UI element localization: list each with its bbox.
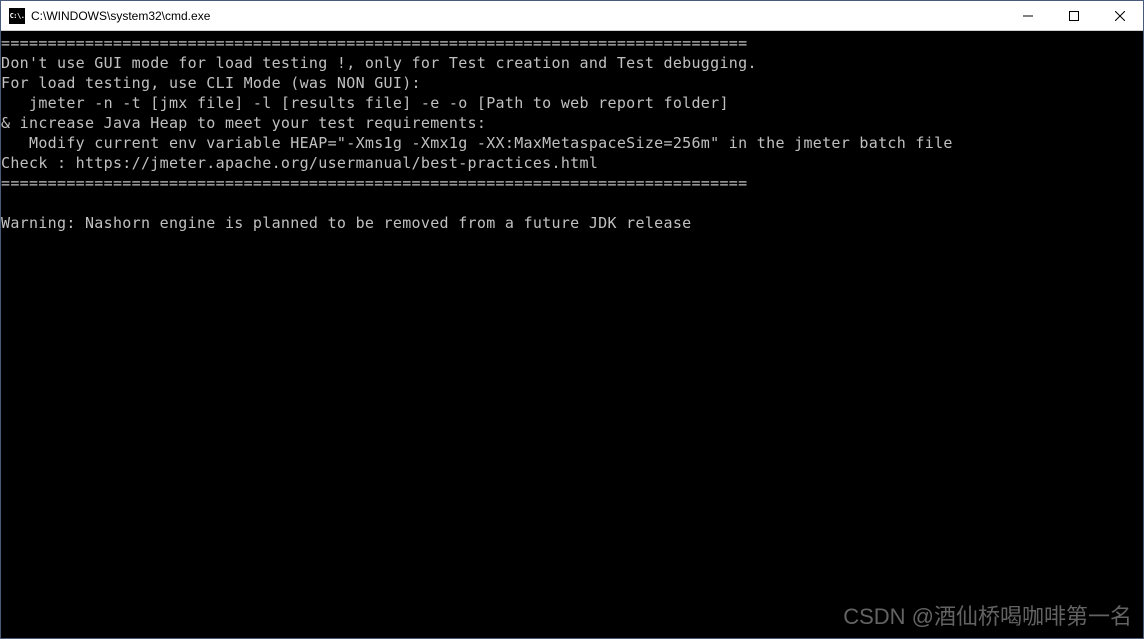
cmd-window: C:\. C:\WINDOWS\system32\cmd.exe: [0, 0, 1144, 639]
terminal-output: ========================================…: [1, 33, 1143, 233]
window-title: C:\WINDOWS\system32\cmd.exe: [31, 9, 1005, 23]
minimize-button[interactable]: [1005, 1, 1051, 30]
cmd-icon-label: C:\.: [10, 12, 25, 20]
window-controls: [1005, 1, 1143, 30]
close-icon: [1115, 11, 1125, 21]
maximize-button[interactable]: [1051, 1, 1097, 30]
maximize-icon: [1069, 11, 1079, 21]
titlebar[interactable]: C:\. C:\WINDOWS\system32\cmd.exe: [1, 1, 1143, 31]
close-button[interactable]: [1097, 1, 1143, 30]
cmd-icon: C:\.: [9, 8, 25, 24]
terminal-area[interactable]: ========================================…: [1, 31, 1143, 638]
minimize-icon: [1023, 11, 1033, 21]
